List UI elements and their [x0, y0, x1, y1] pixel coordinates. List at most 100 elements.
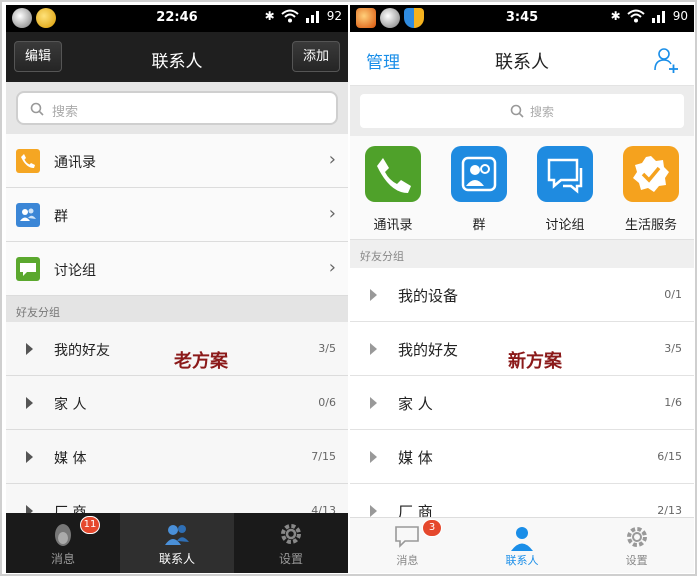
entry-groups[interactable]: 群 ›	[6, 188, 348, 242]
unread-badge: 11	[80, 516, 100, 534]
group-name: 媒 体	[54, 451, 87, 467]
wifi-icon	[627, 9, 645, 23]
chevron-right-icon: ›	[328, 257, 336, 278]
group-name: 家 人	[54, 397, 87, 413]
add-button[interactable]: 添加	[291, 41, 340, 72]
tab-messages[interactable]: 11 消息	[6, 513, 120, 573]
expand-arrow-icon	[370, 397, 377, 409]
search-input[interactable]: 搜索	[16, 91, 338, 125]
status-bar: 22:46 ✱ 92	[6, 5, 348, 32]
contact-person-icon	[511, 527, 533, 551]
header-bar: 管理 联系人	[350, 32, 694, 86]
group-icon	[451, 146, 507, 202]
battery-level: 92	[326, 9, 342, 23]
gear-icon	[281, 524, 301, 544]
expand-arrow-icon	[370, 505, 377, 517]
chat-bubble-icon	[395, 526, 420, 548]
search-input[interactable]: 搜索	[360, 94, 684, 128]
phone-icon	[16, 149, 40, 173]
comparison-frame: 22:46 ✱ 92 编辑 联系人 添加 搜索 通讯录 › 群 › 讨论组 › …	[0, 0, 697, 576]
group-name: 媒 体	[398, 449, 433, 467]
entry-discussions[interactable]: 讨论组 ›	[6, 242, 348, 296]
group-count: 7/15	[311, 450, 336, 463]
header-bar: 编辑 联系人 添加	[6, 32, 348, 82]
shortcut-grid: 通讯录 群 讨论组 生活服务	[350, 136, 694, 240]
group-row[interactable]: 我的设备 0/1	[350, 268, 694, 322]
expand-arrow-icon	[370, 451, 377, 463]
group-icon	[16, 203, 40, 227]
search-placeholder: 搜索	[530, 105, 555, 119]
scheme-caption: 新方案	[508, 351, 562, 372]
tab-bar: 3 消息 联系人 设置	[350, 517, 694, 573]
entry-contacts[interactable]: 通讯录 ›	[6, 134, 348, 188]
tab-label: 设置	[625, 554, 648, 567]
gear-icon	[626, 527, 647, 547]
tab-label: 消息	[396, 554, 419, 567]
tab-label: 消息	[50, 552, 75, 566]
bluetooth-icon: ✱	[264, 9, 275, 23]
contacts-icon	[165, 525, 189, 545]
expand-arrow-icon	[370, 343, 377, 355]
shortcut-life-services[interactable]: 生活服务	[608, 136, 694, 239]
tab-settings[interactable]: 设置	[234, 513, 348, 573]
group-header: 好友分组	[6, 296, 348, 322]
new-scheme-screen: 3:45 ✱ 90 管理 联系人 搜索 通讯录 群 讨论组 生活服务 好友分组 …	[350, 5, 694, 573]
tab-label: 设置	[278, 552, 303, 566]
group-count: 3/5	[318, 342, 336, 355]
signal-icon	[305, 11, 319, 23]
group-count: 0/1	[664, 288, 682, 301]
group-count: 6/15	[657, 450, 682, 463]
service-badge-icon	[623, 146, 679, 202]
group-row[interactable]: 家 人 1/6	[350, 376, 694, 430]
group-count: 2/13	[657, 504, 682, 517]
tab-bar: 11 消息 联系人 设置	[6, 513, 348, 573]
shortcut-label: 生活服务	[624, 218, 677, 233]
bluetooth-icon: ✱	[610, 9, 621, 23]
status-bar: 3:45 ✱ 90	[350, 5, 694, 32]
tab-settings[interactable]: 设置	[579, 518, 694, 573]
chevron-right-icon: ›	[328, 149, 336, 170]
group-count: 1/6	[664, 396, 682, 409]
expand-arrow-icon	[370, 289, 377, 301]
expand-arrow-icon	[26, 451, 33, 463]
entry-label: 群	[54, 209, 68, 225]
tab-label: 联系人	[505, 554, 539, 567]
wifi-icon	[281, 9, 299, 23]
add-contact-icon[interactable]	[652, 45, 680, 73]
page-title: 联系人	[495, 52, 549, 73]
tab-contacts[interactable]: 联系人	[120, 513, 234, 573]
phone-icon	[365, 146, 421, 202]
old-scheme-screen: 22:46 ✱ 92 编辑 联系人 添加 搜索 通讯录 › 群 › 讨论组 › …	[6, 5, 348, 573]
tab-label: 联系人	[158, 552, 195, 566]
shortcut-label: 通讯录	[373, 218, 413, 233]
shortcut-discussions[interactable]: 讨论组	[522, 136, 608, 239]
battery-level: 90	[672, 9, 688, 23]
entry-label: 通讯录	[54, 155, 96, 171]
chevron-right-icon: ›	[328, 203, 336, 224]
shortcut-groups[interactable]: 群	[436, 136, 522, 239]
entry-label: 讨论组	[54, 263, 96, 279]
unread-badge: 3	[422, 519, 442, 537]
expand-arrow-icon	[26, 343, 33, 355]
group-name: 我的设备	[398, 287, 459, 305]
expand-arrow-icon	[26, 397, 33, 409]
group-row[interactable]: 媒 体 7/15	[6, 430, 348, 484]
group-name: 我的好友	[54, 343, 110, 359]
shortcut-label: 讨论组	[545, 218, 585, 233]
scheme-caption: 老方案	[174, 351, 228, 372]
search-icon	[30, 102, 44, 116]
shortcut-contacts[interactable]: 通讯录	[350, 136, 436, 239]
discussion-icon	[537, 146, 593, 202]
search-placeholder: 搜索	[52, 105, 79, 120]
group-row[interactable]: 媒 体 6/15	[350, 430, 694, 484]
group-count: 0/6	[318, 396, 336, 409]
tab-messages[interactable]: 3 消息	[350, 518, 465, 573]
group-row[interactable]: 家 人 0/6	[6, 376, 348, 430]
shortcut-label: 群	[472, 218, 486, 233]
search-icon	[510, 104, 524, 118]
group-count: 3/5	[664, 342, 682, 355]
group-name: 我的好友	[398, 341, 459, 359]
tab-contacts[interactable]: 联系人	[465, 518, 580, 573]
search-area: 搜索	[6, 82, 348, 134]
search-area: 搜索	[350, 86, 694, 136]
